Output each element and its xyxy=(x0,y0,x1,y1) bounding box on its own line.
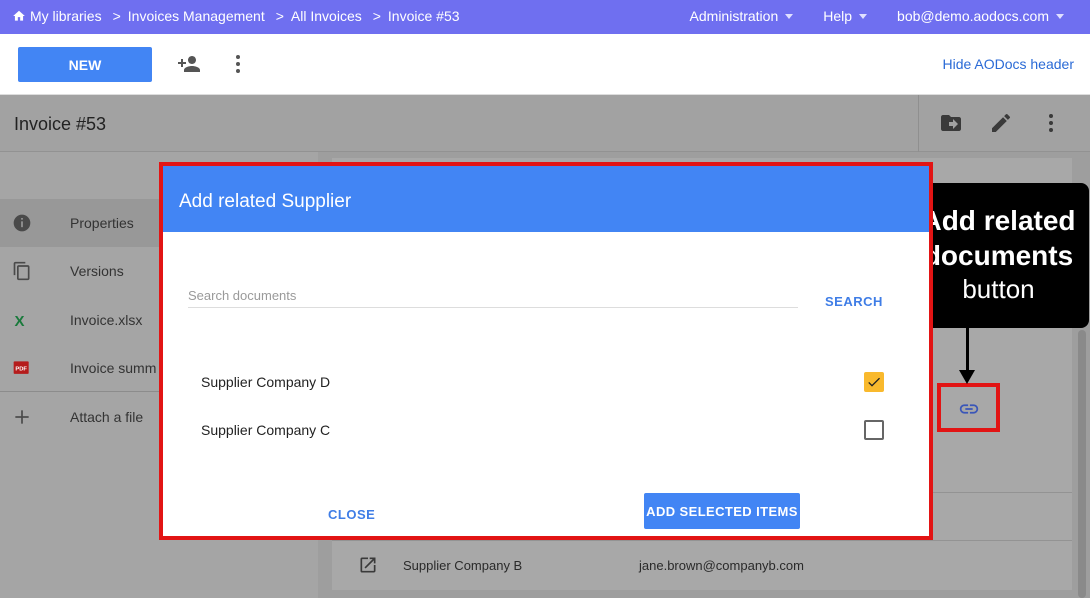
result-checkbox[interactable] xyxy=(864,372,884,392)
breadcrumb: My libraries > Invoices Management > All… xyxy=(12,8,460,24)
close-button[interactable]: CLOSE xyxy=(328,507,375,522)
hide-header-link[interactable]: Hide AODocs header xyxy=(942,56,1074,72)
breadcrumb-separator: > xyxy=(275,8,284,24)
administration-menu[interactable]: Administration xyxy=(690,8,794,24)
svg-text:PDF: PDF xyxy=(15,367,27,373)
sidebar-item-label: Versions xyxy=(70,263,124,279)
breadcrumb-item[interactable]: Invoices Management xyxy=(128,8,265,24)
info-icon xyxy=(13,214,31,232)
sidebar-item-label: Invoice summ xyxy=(70,360,157,376)
home-icon[interactable] xyxy=(12,9,26,23)
breadcrumb-separator: > xyxy=(112,8,121,24)
open-in-new-icon[interactable] xyxy=(358,555,378,575)
search-input[interactable] xyxy=(188,283,798,308)
row-name: Supplier Company B xyxy=(403,558,523,573)
annotation-callout: Add related documents button xyxy=(908,183,1089,328)
add-related-documents-button[interactable] xyxy=(937,383,1000,432)
caret-down-icon xyxy=(859,13,868,19)
caret-down-icon xyxy=(1056,13,1064,19)
svg-text:X: X xyxy=(15,313,25,330)
new-button[interactable]: NEW xyxy=(18,47,152,82)
more-vert-icon[interactable] xyxy=(1039,111,1063,135)
top-menu: Administration Help bob@demo.aodocs.com xyxy=(660,8,1064,24)
annotation-arrow xyxy=(966,328,969,374)
sidebar-item-label: Attach a file xyxy=(70,409,144,425)
dialog-header: Add related Supplier xyxy=(163,166,929,232)
caret-down-icon xyxy=(785,13,794,19)
header-toolbar: NEW Hide AODocs header xyxy=(0,34,1090,95)
table-row[interactable]: Supplier Company B jane.brown@companyb.c… xyxy=(332,541,1072,590)
result-label: Supplier Company D xyxy=(201,374,331,390)
breadcrumb-item[interactable]: All Invoices xyxy=(291,8,362,24)
row-email: jane.brown@companyb.com xyxy=(639,558,804,573)
excel-icon: X xyxy=(15,313,25,330)
sidebar-item-label: Properties xyxy=(70,215,134,231)
user-menu[interactable]: bob@demo.aodocs.com xyxy=(897,8,1064,24)
arrow-down-icon xyxy=(959,370,975,384)
administration-label: Administration xyxy=(689,8,779,24)
more-vert-icon[interactable] xyxy=(226,52,250,76)
annotation-line: Add related xyxy=(921,205,1076,236)
breadcrumb-item[interactable]: My libraries xyxy=(30,8,102,24)
document-actions xyxy=(918,95,1090,152)
edit-icon[interactable] xyxy=(989,111,1013,135)
link-icon xyxy=(959,404,979,414)
dialog-title: Add related Supplier xyxy=(179,191,352,212)
scrollbar[interactable] xyxy=(1078,330,1086,598)
result-checkbox[interactable] xyxy=(864,420,884,440)
plus-icon xyxy=(15,410,29,424)
search-button[interactable]: SEARCH xyxy=(825,294,883,309)
document-bar: Invoice #53 xyxy=(0,95,1090,152)
add-related-dialog: Add related Supplier SEARCH Supplier Com… xyxy=(159,162,933,540)
help-label: Help xyxy=(823,8,853,24)
move-to-folder-icon[interactable] xyxy=(939,111,963,135)
pdf-icon: PDF xyxy=(13,361,29,374)
add-person-icon[interactable] xyxy=(177,52,201,76)
document-title: Invoice #53 xyxy=(14,114,107,134)
annotation-line: button xyxy=(962,274,1035,304)
copy-icon xyxy=(13,261,30,281)
user-email: bob@demo.aodocs.com xyxy=(897,8,1049,24)
add-selected-items-button[interactable]: ADD SELECTED ITEMS xyxy=(644,493,800,529)
help-menu[interactable]: Help xyxy=(823,8,868,24)
result-label: Supplier Company C xyxy=(201,422,331,438)
sidebar-item-label: Invoice.xlsx xyxy=(70,312,143,328)
annotation-line: documents xyxy=(923,240,1074,271)
breadcrumb-item[interactable]: Invoice #53 xyxy=(388,8,460,24)
breadcrumb-separator: > xyxy=(372,8,381,24)
top-nav-bar: My libraries > Invoices Management > All… xyxy=(0,0,1090,34)
checkmark-icon xyxy=(868,377,880,387)
